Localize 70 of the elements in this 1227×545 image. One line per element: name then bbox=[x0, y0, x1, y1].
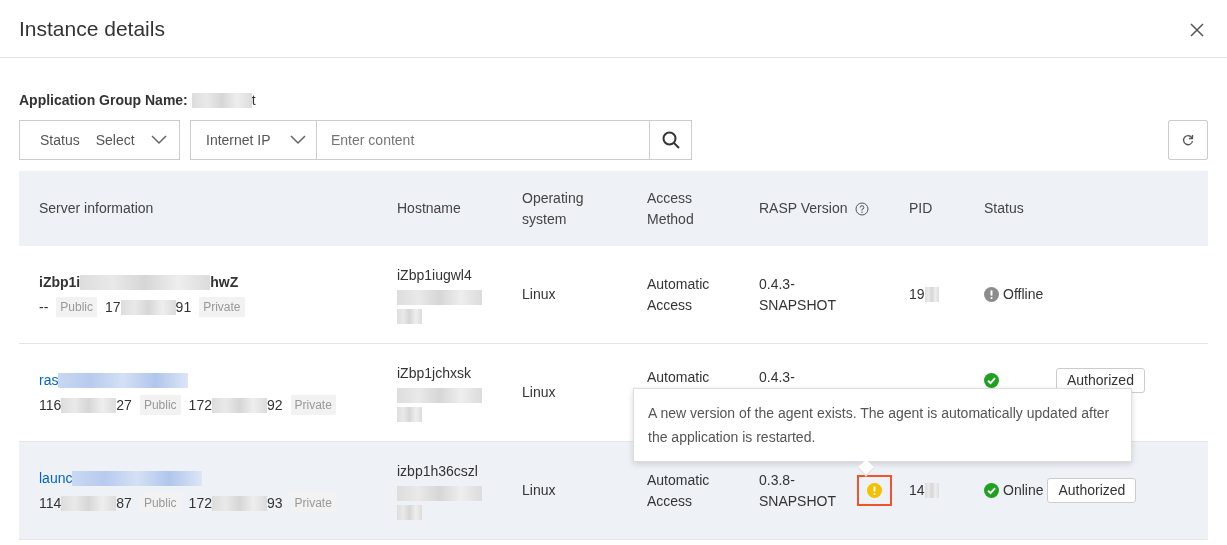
status-label: Online bbox=[1003, 481, 1044, 500]
chevron-icon bbox=[290, 135, 306, 145]
os-name: Linux bbox=[522, 384, 556, 400]
os-name: Linux bbox=[522, 482, 556, 498]
ip-address: 27 bbox=[116, 395, 132, 415]
server-name: iZbp1i bbox=[39, 272, 81, 292]
ip-tag: Private bbox=[290, 493, 336, 513]
help-icon[interactable] bbox=[855, 201, 870, 216]
ip-address: -- bbox=[39, 297, 49, 317]
status-select[interactable]: Status Select bbox=[19, 120, 180, 160]
access-method: Automatic Access bbox=[647, 470, 711, 511]
refresh-icon bbox=[1182, 134, 1194, 146]
refresh-button[interactable] bbox=[1168, 120, 1208, 160]
version: 0.3.8-SNAPSHOT bbox=[759, 470, 837, 511]
server-link[interactable]: ras bbox=[39, 369, 59, 391]
dialog-title: Instance details bbox=[19, 15, 165, 42]
ip-tag: Private bbox=[199, 297, 245, 317]
server-link[interactable]: launc bbox=[39, 467, 73, 489]
column-header: Server information bbox=[39, 199, 154, 218]
ip-type-select[interactable]: Internet IP bbox=[190, 120, 317, 160]
ip-address: 92 bbox=[266, 395, 283, 415]
group-label: Application Group Name: bbox=[19, 90, 188, 110]
column-header: Status bbox=[984, 199, 1024, 218]
ip-tag: Private bbox=[290, 395, 336, 415]
redacted-text bbox=[924, 287, 939, 302]
ip-tag: Public bbox=[139, 493, 181, 513]
redacted-text bbox=[61, 397, 117, 413]
redacted-text bbox=[120, 299, 176, 315]
redacted-text bbox=[61, 495, 117, 511]
ip-address: 93 bbox=[266, 493, 283, 513]
ip-address: 17 bbox=[105, 297, 121, 317]
ip-address: 172 bbox=[188, 493, 212, 513]
column-header: PID bbox=[909, 199, 933, 218]
search-button[interactable] bbox=[650, 120, 692, 160]
redacted-text bbox=[397, 407, 422, 422]
column-header: Hostname bbox=[397, 199, 461, 218]
version: 0.4.3- bbox=[759, 368, 795, 387]
search-icon bbox=[661, 131, 680, 149]
access-method: Automatic bbox=[647, 368, 710, 387]
authorized-button[interactable]: Authorized bbox=[1047, 478, 1137, 503]
ip-address: 91 bbox=[175, 297, 192, 317]
redacted-text bbox=[397, 309, 422, 324]
version: 0.4.3-SNAPSHOT bbox=[759, 274, 837, 315]
column-header: RASP Version bbox=[759, 199, 848, 218]
pid: 14 bbox=[909, 481, 925, 500]
ip-address: 172 bbox=[188, 395, 212, 415]
ip-address: 114 bbox=[39, 493, 62, 513]
redacted-text bbox=[397, 505, 422, 520]
hostname: izbp1h36cszl bbox=[397, 462, 479, 481]
access-method: Automatic Access bbox=[647, 274, 711, 315]
redacted-text bbox=[191, 92, 252, 108]
ip-tag: Public bbox=[139, 395, 181, 415]
pid: 19 bbox=[909, 285, 925, 304]
column-header: Operating system bbox=[522, 188, 585, 229]
ip-address: 87 bbox=[116, 493, 132, 513]
redacted-text bbox=[211, 397, 267, 413]
hostname: iZbp1jchxsk bbox=[397, 364, 472, 383]
ip-tag: Public bbox=[56, 297, 97, 317]
chevron-icon bbox=[151, 135, 167, 145]
ip-address: 116 bbox=[39, 395, 62, 415]
column-header: Access Method bbox=[647, 188, 695, 229]
tooltip: A new version of the agent exists. The agent is automatically updated after the application is restarted. bbox=[633, 388, 1132, 462]
redacted-text bbox=[924, 483, 939, 498]
server-name: hwZ bbox=[210, 272, 239, 292]
group-name: t bbox=[251, 90, 256, 110]
os-name: Linux bbox=[522, 286, 556, 302]
hostname: iZbp1iugwl4 bbox=[397, 266, 473, 285]
redacted-text bbox=[211, 495, 267, 511]
status-label: Offline bbox=[1003, 285, 1044, 304]
search-field[interactable]: Enter content bbox=[317, 120, 650, 160]
